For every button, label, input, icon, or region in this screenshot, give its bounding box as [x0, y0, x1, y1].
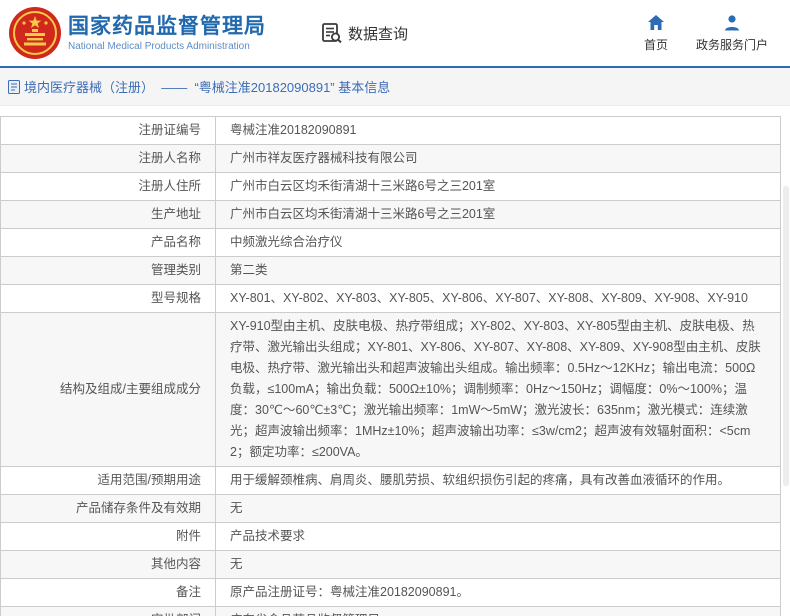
table-row: 生产地址 广州市白云区均禾街清湖十三米路6号之三201室: [0, 200, 781, 229]
org-name-cn: 国家药品监督管理局: [68, 14, 266, 38]
table-row: 注册人住所 广州市白云区均禾街清湖十三米路6号之三201室: [0, 172, 781, 201]
info-table-body: 注册证编号 粤械注准20182090891 注册人名称 广州市祥友医疗器械科技有限公司…: [0, 116, 781, 616]
info-table: 注册证编号 粤械注准20182090891 注册人名称 广州市祥友医疗器械科技有限公司…: [0, 116, 781, 616]
row-value: 中频激光综合治疗仪: [215, 228, 781, 257]
row-label: 生产地址: [0, 200, 216, 229]
row-value: 广州市祥友医疗器械科技有限公司: [215, 144, 781, 173]
row-label: 注册人名称: [0, 144, 216, 173]
org-name-en: National Medical Products Administration: [68, 41, 250, 53]
nav-label-gov-portal: 政务服务门户: [695, 37, 768, 52]
row-value: 产品技术要求: [215, 522, 781, 551]
row-value: XY-910型由主机、皮肤电极、热疗带组成；XY-802、XY-803、XY-8…: [215, 312, 781, 467]
row-label-text: 产品名称: [150, 235, 201, 249]
row-label-text: 适用范围/预期用途: [97, 473, 201, 487]
row-value: 用于缓解颈椎病、肩周炎、腰肌劳损、软组织损伤引起的疼痛，具有改善血液循环的作用。: [215, 466, 781, 495]
table-wrap: 注册证编号 粤械注准20182090891 注册人名称 广州市祥友医疗器械科技有限公司…: [0, 106, 790, 616]
row-value: 第二类: [215, 256, 781, 285]
row-label-text: 备注: [175, 585, 201, 599]
table-row: 其他内容无: [0, 550, 781, 579]
row-label-text: 型号规格: [150, 291, 201, 305]
row-label: 附件: [0, 522, 216, 551]
table-row: 产品名称 中频激光综合治疗仪: [0, 228, 781, 257]
nav-label-home: 首页: [643, 37, 668, 52]
brand-block: 国家药品监督管理局 National Medical Products Admi…: [68, 14, 266, 52]
nmpa-emblem-logo: [8, 6, 62, 60]
breadcrumb: 境内医疗器械（注册） —— “粤械注准20182090891” 基本信息: [0, 68, 790, 106]
table-row: 注册证编号 粤械注准20182090891: [0, 116, 781, 145]
scrollbar-thumb[interactable]: [783, 186, 789, 486]
row-label: 注册人住所: [0, 172, 216, 201]
table-row: 附件 产品技术要求: [0, 522, 781, 551]
row-label-text: 产品储存条件及有效期: [75, 501, 201, 515]
table-row: 审批部门广东省食品药品监督管理局: [0, 606, 781, 616]
row-label-text: 其他内容: [150, 557, 201, 571]
site-header: 国家药品监督管理局 National Medical Products Admi…: [0, 0, 790, 66]
nav-item-gov-portal[interactable]: 政务服务门户: [696, 14, 768, 53]
row-value: 原产品注册证号：粤械注准20182090891。: [215, 578, 781, 607]
row-label-text: 结构及组成/主要组成成分: [60, 382, 201, 396]
row-label-text: 注册人名称: [138, 151, 201, 165]
page-scrollbar[interactable]: [782, 0, 790, 616]
row-value: 粤械注准20182090891: [215, 116, 781, 145]
table-row: 产品储存条件及有效期无: [0, 494, 781, 523]
row-value: 广州市白云区均禾街清湖十三米路6号之三201室: [215, 172, 781, 201]
row-label-text: 生产地址: [150, 207, 201, 221]
table-row: 备注 原产品注册证号：粤械注准20182090891。: [0, 578, 781, 607]
home-icon: [647, 14, 665, 32]
row-label: 审批部门: [0, 606, 216, 616]
row-label: 管理类别: [0, 256, 216, 285]
row-value: 无: [215, 550, 781, 579]
row-label: 产品储存条件及有效期: [0, 494, 216, 523]
table-row: 型号规格 XY-801、XY-802、XY-803、XY-805、XY-806、X…: [0, 284, 781, 313]
data-query-label: 数据查询: [348, 25, 409, 43]
row-value: 广州市白云区均禾街清湖十三米路6号之三201室: [215, 200, 781, 229]
table-row: 管理类别 第二类: [0, 256, 781, 285]
table-row: 适用范围/预期用途 用于缓解颈椎病、肩周炎、腰肌劳损、软组织损伤引起的疼痛，具有改…: [0, 466, 781, 495]
page-title: 境内医疗器械（注册） —— “粤械注准20182090891” 基本信息: [24, 80, 391, 95]
row-label-text: 注册证编号: [138, 123, 201, 137]
row-label: 注册证编号: [0, 116, 216, 145]
row-label: 备注: [0, 578, 216, 607]
row-label-text: 附件: [175, 529, 201, 543]
document-icon: [8, 79, 20, 94]
document-search-icon: [321, 22, 343, 44]
user-icon: [723, 14, 741, 32]
row-label: 型号规格: [0, 284, 216, 313]
row-value: 广东省食品药品监督管理局: [215, 606, 781, 616]
row-label: 适用范围/预期用途: [0, 466, 216, 495]
table-row: 注册人名称 广州市祥友医疗器械科技有限公司: [0, 144, 781, 173]
header-nav: 首页 政务服务门户: [644, 14, 780, 53]
row-label: 结构及组成/主要组成成分: [0, 312, 216, 467]
data-query-nav[interactable]: 数据查询: [321, 22, 408, 44]
row-label: 其他内容: [0, 550, 216, 579]
nav-item-home[interactable]: 首页: [644, 14, 668, 53]
row-label-text: 注册人住所: [138, 179, 201, 193]
row-label: 产品名称: [0, 228, 216, 257]
row-value: 无: [215, 494, 781, 523]
row-label-text: 管理类别: [150, 263, 201, 277]
table-row: 结构及组成/主要组成成分 XY-910型由主机、皮肤电极、热疗带组成；XY-802…: [0, 312, 781, 467]
row-value: XY-801、XY-802、XY-803、XY-805、XY-806、XY-80…: [215, 284, 781, 313]
